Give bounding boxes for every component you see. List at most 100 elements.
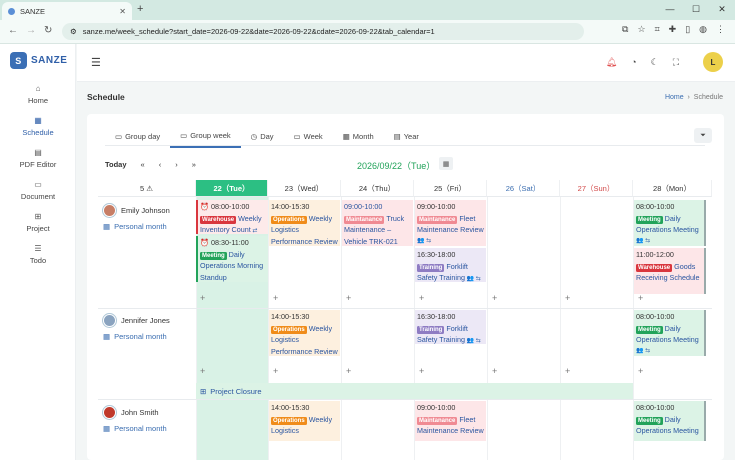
schedule-event[interactable]: 09:00-10:00 Maintanance Fleet Maintenance … (415, 200, 486, 246)
add-event-button[interactable]: + (638, 293, 643, 303)
next-day-button[interactable]: › (175, 160, 178, 169)
add-event-button[interactable]: + (346, 366, 351, 376)
add-event-button[interactable]: + (200, 293, 205, 303)
person-name[interactable]: John Smith (121, 408, 159, 417)
back-icon[interactable]: ← (8, 25, 18, 36)
cast-icon[interactable]: ⧉ (622, 24, 628, 35)
site-info-icon[interactable]: ⚙ (70, 27, 77, 36)
browser-actions: ⧉ ☆ ⌗ ✚ ▯ ◍ ⋮ (622, 24, 725, 35)
schedule-event[interactable]: 14:00-15:30 Operations Weekly Logistics Pe… (269, 310, 340, 356)
add-event-button[interactable]: + (419, 293, 424, 303)
extensions-icon[interactable]: ✚ (669, 24, 677, 35)
schedule-event[interactable]: 11:00-12:00 Warehouse Goods Receiving Sche… (634, 248, 706, 294)
avatar (103, 406, 116, 419)
calendar-grid: 5 ⚠ 22（Tue） 23（Wed） 24（Thu） 25（Fri） 26（S… (98, 180, 712, 460)
add-event-button[interactable]: + (200, 366, 205, 376)
minimize-icon[interactable]: — (657, 0, 683, 18)
day-header-22[interactable]: 22（Tue） (196, 180, 268, 197)
person-calendar[interactable]: Personal month (114, 222, 167, 231)
sidebar-item-project[interactable]: ⊞ Project (0, 212, 76, 233)
sidepanel-icon[interactable]: ▯ (685, 24, 690, 35)
add-event-button[interactable]: + (419, 366, 424, 376)
col-divider (487, 197, 488, 460)
prev-week-button[interactable]: « (141, 160, 145, 169)
sidebar-item-home[interactable]: ⌂ Home (0, 84, 76, 105)
new-tab-icon[interactable]: + (137, 3, 143, 15)
day-header-24[interactable]: 24（Thu） (341, 180, 414, 197)
user-avatar[interactable]: L (703, 52, 723, 72)
reload-icon[interactable]: ↻ (44, 25, 52, 36)
notification-icon[interactable]: 🔔︎ (606, 57, 617, 68)
schedule-event[interactable]: 14:00-15:30 Operations Weekly Logistics (269, 401, 340, 441)
today-button[interactable]: Today (105, 160, 127, 169)
add-event-button[interactable]: + (565, 293, 570, 303)
fullscreen-icon[interactable]: ⛶ (673, 57, 679, 68)
project-closure-bar[interactable]: ⊞ Project Closure (196, 383, 633, 399)
url-input[interactable]: ⚙ sanze.me/week_schedule?start_date=2026-… (62, 23, 584, 40)
add-event-button[interactable]: + (273, 366, 278, 376)
add-event-button[interactable]: + (565, 366, 570, 376)
close-window-icon[interactable]: ✕ (709, 0, 735, 18)
schedule-event[interactable]: 08:00-10:00 Meeting Daily Operations Meeti… (634, 401, 706, 441)
schedule-event[interactable]: 09:00-10:00 Maintanance Truck Maintenance … (342, 200, 413, 246)
menu-toggle-icon[interactable]: ☰ (91, 56, 101, 69)
repeat-icon: 👥 ⇆ (464, 338, 481, 344)
schedule-event[interactable]: ⏰ 08:00-10:00 Warehouse Weekly Inventory C… (196, 200, 268, 234)
forward-icon[interactable]: → (26, 25, 36, 36)
logo[interactable]: S SANZE (10, 52, 67, 69)
address-bar-row: ← → ↻ ⚙ sanze.me/week_schedule?start_date… (0, 20, 735, 44)
day-header-27[interactable]: 27（Sun） (560, 180, 633, 197)
dark-mode-icon[interactable]: ☾ (651, 57, 659, 68)
home-icon: ⌂ (35, 84, 41, 93)
browser-tab[interactable]: SANZE ✕ (2, 2, 132, 20)
person-calendar[interactable]: Personal month (114, 424, 167, 433)
schedule-event[interactable]: 09:00-10:00 Maintanance Fleet Maintenance … (415, 401, 486, 441)
maximize-icon[interactable]: ☐ (683, 0, 709, 18)
add-event-button[interactable]: + (492, 366, 497, 376)
month-icon: ▦ (342, 132, 350, 141)
person-name[interactable]: Jennifer Jones (121, 316, 170, 325)
sidebar-item-todo[interactable]: ☰ Todo (0, 244, 76, 265)
calendar-icon: ▦ (34, 116, 42, 125)
corner-header: 5 ⚠ (98, 180, 196, 197)
add-event-button[interactable]: + (492, 293, 497, 303)
breadcrumb-home[interactable]: Home (665, 94, 684, 101)
schedule-event[interactable]: ⏰ 08:30-11:00 Meeting Daily Operations Mor… (196, 236, 268, 282)
schedule-event[interactable]: 14:00-15:30 Operations Weekly Logistics Pe… (269, 200, 340, 246)
schedule-event[interactable]: 08:00-10:00 Meeting Daily Operations Meeti… (634, 200, 706, 246)
day-header-26[interactable]: 26（Sat） (487, 180, 560, 197)
date-picker-icon[interactable]: ▦ (439, 157, 453, 170)
project-icon: ⊞ (200, 386, 207, 396)
sidebar-item-schedule[interactable]: ▦ Schedule (0, 116, 76, 137)
day-header-28[interactable]: 28（Mon） (633, 180, 712, 197)
profile-icon[interactable]: ◍ (699, 24, 707, 35)
close-tab-icon[interactable]: ✕ (119, 7, 126, 16)
day-header-23[interactable]: 23（Wed） (268, 180, 341, 197)
calendar-icon: ▦ (103, 424, 111, 433)
add-event-button[interactable]: + (346, 293, 351, 303)
star-icon[interactable]: ☆ (637, 24, 645, 35)
schedule-event[interactable]: 16:30-18:00 Training Forklift Safety Train… (415, 248, 486, 282)
repeat-icon: 👥 ⇆ (464, 276, 481, 282)
sidebar-item-document[interactable]: ▭ Document (0, 180, 76, 201)
event-time: 16:30-18:00 (417, 312, 456, 321)
person-jennifer-jones: Jennifer Jones ▦ Personal month (103, 314, 170, 341)
gauge-icon[interactable]: ◔ (631, 57, 636, 68)
sidebar-item-pdf-editor[interactable]: ▤ PDF Editor (0, 148, 76, 169)
prev-day-button[interactable]: ‹ (159, 160, 162, 169)
filter-icon: ⏷ (700, 131, 706, 139)
avatar (103, 314, 116, 327)
schedule-event[interactable]: 08:00-10:00 Meeting Daily Operations Meeti… (634, 310, 706, 356)
next-week-button[interactable]: » (192, 160, 196, 169)
person-calendar[interactable]: Personal month (114, 332, 167, 341)
add-event-button[interactable]: + (273, 293, 278, 303)
filter-button[interactable]: ⏷ (694, 128, 712, 143)
person-name[interactable]: Emily Johnson (121, 206, 170, 215)
menu-icon[interactable]: ⋮ (716, 24, 725, 35)
tab-bar: SANZE ✕ + — ☐ ✕ (0, 0, 735, 20)
breadcrumb-current: Schedule (693, 94, 723, 101)
add-event-button[interactable]: + (638, 366, 643, 376)
scan-icon[interactable]: ⌗ (655, 24, 660, 35)
day-header-25[interactable]: 25（Fri） (414, 180, 487, 197)
schedule-event[interactable]: 16:30-18:00 Training Forklift Safety Train… (415, 310, 486, 344)
